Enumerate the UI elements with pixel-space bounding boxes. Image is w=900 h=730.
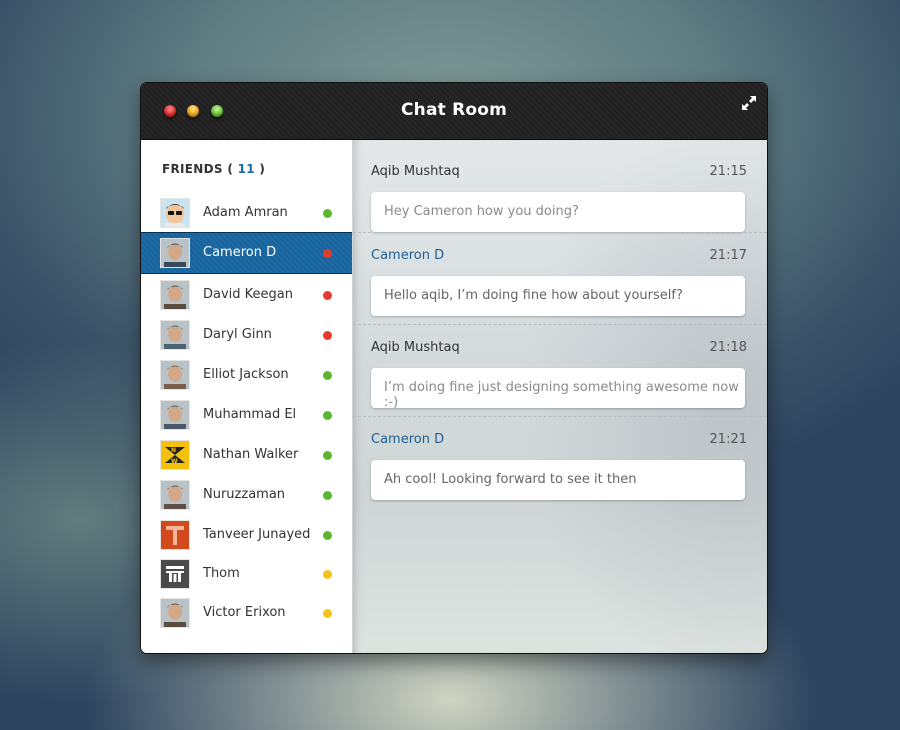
status-away-icon [323,609,332,618]
avatar [161,281,189,309]
avatar [161,481,189,509]
message-time: 21:18 [709,340,747,355]
friend-name: Tanveer Junayed [203,527,311,542]
message-sender: Cameron D [371,432,445,447]
friends-heading: FRIENDS ( 11 ) [162,162,266,176]
message: Aqib Mushtaq 21:15 Hey Cameron how you doi… [353,140,767,232]
message-sender: Cameron D [371,248,445,263]
message: Cameron D 21:17 Hello aqib, I’m doing fine… [353,232,767,324]
message-sender: Aqib Mushtaq [371,340,460,355]
friend-name: Cameron D [203,245,277,260]
avatar: NW [161,441,189,469]
status-busy-icon [323,331,332,340]
friend-item[interactable]: Muhammad El [141,395,352,435]
message-bubble: Hey Cameron how you doing? [371,192,745,232]
status-online-icon [323,411,332,420]
status-online-icon [323,371,332,380]
chat-window: Chat Room FRIENDS ( 11 ) Adam Amran Camer… [141,83,767,653]
avatar [161,599,189,627]
title-bar: Chat Room [141,83,767,140]
friend-item[interactable]: Victor Erixon [141,593,352,633]
friend-item[interactable]: Nuruzzaman [141,475,352,515]
avatar [161,521,189,549]
message-time: 21:17 [709,248,747,263]
status-online-icon [323,209,332,218]
friend-name: Nathan Walker [203,447,299,462]
friend-name: Elliot Jackson [203,367,289,382]
svg-text:W: W [171,458,178,465]
avatar [161,361,189,389]
message: Cameron D 21:21 Ah cool! Looking forward t… [353,416,767,508]
friend-name: Victor Erixon [203,605,286,620]
message-text: Hey Cameron how you doing? [384,204,579,219]
svg-text:N: N [171,447,176,454]
message-text: Ah cool! Looking forward to see it then [384,472,637,487]
friend-name: Thom [203,566,240,581]
friends-heading-label: FRIENDS [162,162,223,176]
status-busy-icon [323,249,332,258]
friend-name: Daryl Ginn [203,327,272,342]
status-busy-icon [323,291,332,300]
avatar [161,560,189,588]
message-bubble: Ah cool! Looking forward to see it then [371,460,745,500]
message-sender: Aqib Mushtaq [371,164,460,179]
message-bubble: I’m doing fine just designing something … [371,368,745,410]
status-away-icon [323,570,332,579]
avatar [161,401,189,429]
message-text: I’m doing fine just designing something … [384,380,739,410]
friend-name: Muhammad El [203,407,297,422]
status-online-icon [323,451,332,460]
friend-name: Adam Amran [203,205,288,220]
avatar [161,199,189,227]
friend-item[interactable]: N W Nathan Walker [141,435,352,475]
friend-name: Nuruzzaman [203,487,286,502]
friends-sidebar: FRIENDS ( 11 ) Adam Amran Cameron D David … [141,140,353,653]
expand-arrows-icon[interactable] [741,95,757,111]
friends-count: 11 [237,162,255,176]
friend-item[interactable]: Elliot Jackson [141,355,352,395]
window-title: Chat Room [400,100,508,120]
friend-item[interactable]: Cameron D [141,232,352,274]
friend-item[interactable]: Daryl Ginn [141,315,352,355]
message-text: Hello aqib, I’m doing fine how about you… [384,288,683,303]
message-time: 21:15 [709,164,747,179]
friend-item[interactable]: Tanveer Junayed [141,515,352,555]
message: Aqib Mushtaq 21:18 I’m doing fine just des… [353,324,767,416]
friend-name: David Keegan [203,287,293,302]
friend-item[interactable]: Thom [141,554,352,594]
friend-item[interactable]: David Keegan [141,275,352,315]
avatar [161,321,189,349]
status-online-icon [323,491,332,500]
status-online-icon [323,531,332,540]
avatar [161,239,189,267]
message-bubble: Hello aqib, I’m doing fine how about you… [371,276,745,316]
friend-item[interactable]: Adam Amran [141,193,352,233]
chat-panel: Aqib Mushtaq 21:15 Hey Cameron how you doi… [353,140,767,653]
message-time: 21:21 [709,432,747,447]
